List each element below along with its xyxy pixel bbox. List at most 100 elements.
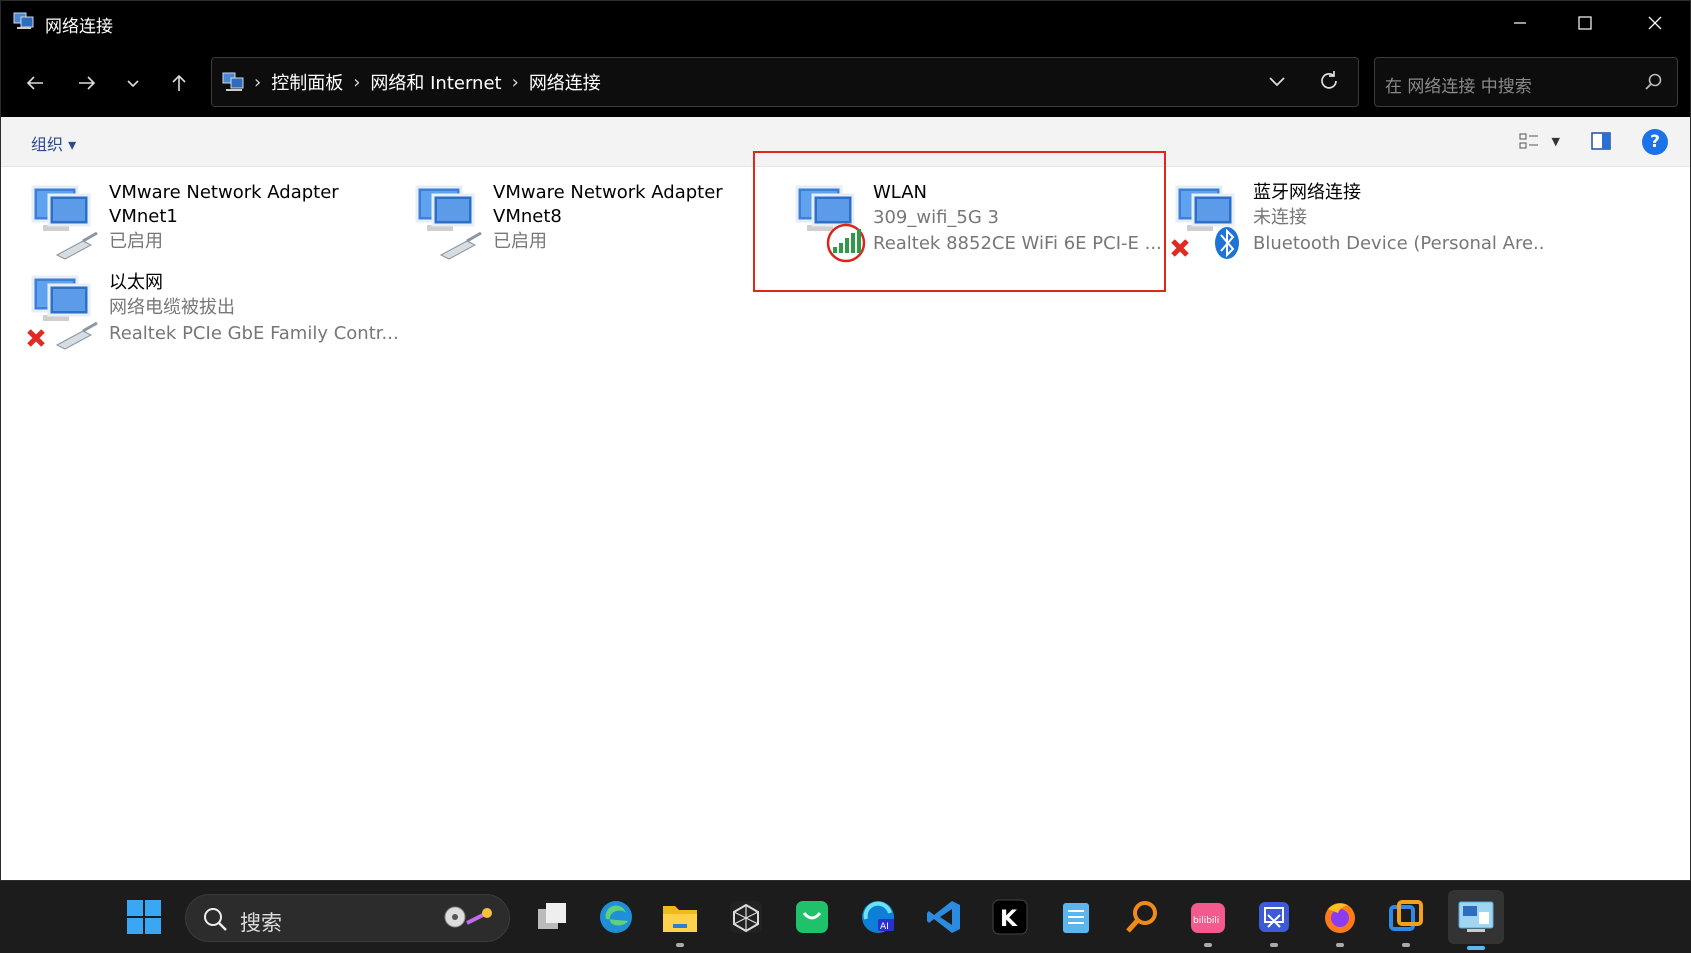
chevron-down-icon [127, 80, 139, 88]
taskbar-shopping-app[interactable] [788, 893, 836, 941]
network-adapter-icon [31, 185, 98, 260]
vmware-icon [1389, 900, 1423, 931]
taskbar-vscode[interactable] [920, 893, 968, 941]
connection-status: 网络电缆被拔出 [109, 297, 235, 318]
taskbar-search[interactable]: 搜索 [185, 894, 510, 942]
svg-text:AI: AI [880, 922, 889, 932]
running-indicator [1204, 943, 1212, 947]
taskbar-notepad[interactable] [1052, 893, 1100, 941]
refresh-button[interactable] [1318, 70, 1340, 96]
network-connections-icon [13, 12, 34, 29]
taskbar-firefox[interactable] [1316, 893, 1364, 947]
firefox-icon [1325, 903, 1355, 933]
running-indicator [676, 943, 684, 947]
svg-text:bilibili: bilibili [1193, 916, 1219, 926]
preview-pane-icon [1591, 132, 1611, 150]
k-app-icon: K [992, 899, 1028, 935]
unity-icon [730, 901, 762, 933]
taskbar-network-connections[interactable] [1448, 890, 1504, 950]
shopping-bag-icon [796, 901, 828, 933]
connection-status: 已启用 [109, 231, 163, 252]
taskbar-bilibili[interactable]: bilibili [1184, 893, 1232, 947]
control-panel-icon [222, 72, 244, 91]
ethernet-adapter-icon [27, 275, 98, 350]
taskbar-search-tool[interactable] [1118, 893, 1166, 941]
refresh-icon [1321, 71, 1337, 89]
breadcrumb-network-connections[interactable]: 网络连接 [529, 69, 601, 95]
chevron-down-icon: ▼ [1551, 134, 1560, 148]
snipping-tool-icon [1259, 902, 1289, 932]
edge-ai-icon: AI [862, 901, 894, 933]
chevron-down-icon [1269, 77, 1285, 87]
window-title: 网络连接 [45, 17, 113, 37]
taskbar-edge-ai[interactable]: AI [854, 893, 902, 941]
address-history-button[interactable] [1266, 70, 1288, 96]
connection-name: VMware Network Adapter VMnet8 [493, 182, 723, 227]
start-button[interactable] [120, 893, 168, 941]
task-view-button[interactable] [528, 893, 576, 941]
breadcrumb-separator: › [254, 71, 262, 93]
taskbar-file-explorer[interactable] [656, 893, 704, 947]
svg-text:K: K [1000, 907, 1018, 932]
task-view-icon [538, 903, 566, 929]
magnifier-icon [1126, 901, 1157, 933]
back-button[interactable] [17, 65, 53, 101]
organize-label: 组织 [31, 135, 64, 154]
connection-name: 以太网 [109, 272, 163, 293]
breadcrumb-control-panel[interactable]: 控制面板 [271, 69, 343, 95]
breadcrumb-separator: › [353, 71, 361, 93]
search-placeholder: 在 网络连接 中搜索 [1385, 77, 1532, 97]
navigation-bar: › 控制面板 › 网络和 Internet › 网络连接 在 网络连接 中搜索 [1, 45, 1690, 117]
title-bar: 网络连接 [1, 1, 1690, 45]
search-icon [204, 908, 227, 931]
edge-icon [600, 901, 632, 933]
notepad-icon [1063, 903, 1089, 933]
view-options-icon [1519, 133, 1538, 149]
forward-button[interactable] [69, 65, 105, 101]
search-box[interactable]: 在 网络连接 中搜索 [1374, 57, 1678, 107]
active-indicator [1467, 946, 1485, 950]
breadcrumb-separator: › [511, 71, 519, 93]
minimize-icon [1514, 22, 1526, 24]
arrow-left-icon [26, 76, 43, 90]
change-view-button[interactable]: ▼ [1518, 131, 1560, 151]
help-button[interactable]: ? [1642, 129, 1668, 155]
minimize-button[interactable] [1485, 1, 1555, 45]
folder-icon [663, 906, 697, 932]
search-icon [1645, 73, 1662, 90]
breadcrumb-network-internet[interactable]: 网络和 Internet [370, 69, 501, 95]
highlight-box [753, 151, 1166, 292]
vscode-icon [927, 901, 960, 933]
taskbar: 搜索 AI K bilibili [0, 880, 1691, 953]
running-indicator [1402, 943, 1410, 947]
arrow-up-icon [172, 74, 186, 91]
recent-locations-button[interactable] [115, 65, 151, 101]
connection-status: 已启用 [493, 231, 547, 252]
running-indicator [1336, 943, 1344, 947]
arrow-right-icon [79, 76, 96, 90]
taskbar-k-app[interactable]: K [986, 893, 1034, 941]
connection-device: Realtek PCIe GbE Family Contr... [109, 323, 399, 344]
network-adapter-icon [415, 185, 482, 260]
maximize-button[interactable] [1550, 1, 1620, 45]
taskbar-unity[interactable] [722, 893, 770, 941]
taskbar-snipping-tool[interactable] [1250, 893, 1298, 947]
close-button[interactable] [1620, 1, 1690, 45]
taskbar-edge[interactable] [592, 893, 640, 941]
connection-name: VMware Network Adapter VMnet1 [109, 182, 339, 227]
connection-name: 蓝牙网络连接 [1253, 182, 1361, 203]
search-highlight-icon [444, 906, 492, 928]
help-icon: ? [1650, 132, 1660, 152]
taskbar-search-placeholder: 搜索 [240, 911, 282, 935]
address-bar[interactable]: › 控制面板 › 网络和 Internet › 网络连接 [211, 57, 1359, 107]
organize-button[interactable]: 组织 ▾ [31, 131, 76, 155]
up-button[interactable] [161, 65, 197, 101]
preview-pane-button[interactable] [1590, 131, 1612, 155]
control-panel-app-icon [1458, 901, 1494, 932]
running-indicator [1270, 943, 1278, 947]
taskbar-vmware[interactable] [1382, 893, 1430, 947]
bilibili-icon: bilibili [1191, 903, 1225, 933]
explorer-window: 网络连接 › 控制面板 › 网络和 Internet › 网络连接 在 网络连接… [0, 0, 1691, 881]
maximize-icon [1578, 16, 1592, 30]
bluetooth-adapter-icon [1171, 185, 1239, 259]
